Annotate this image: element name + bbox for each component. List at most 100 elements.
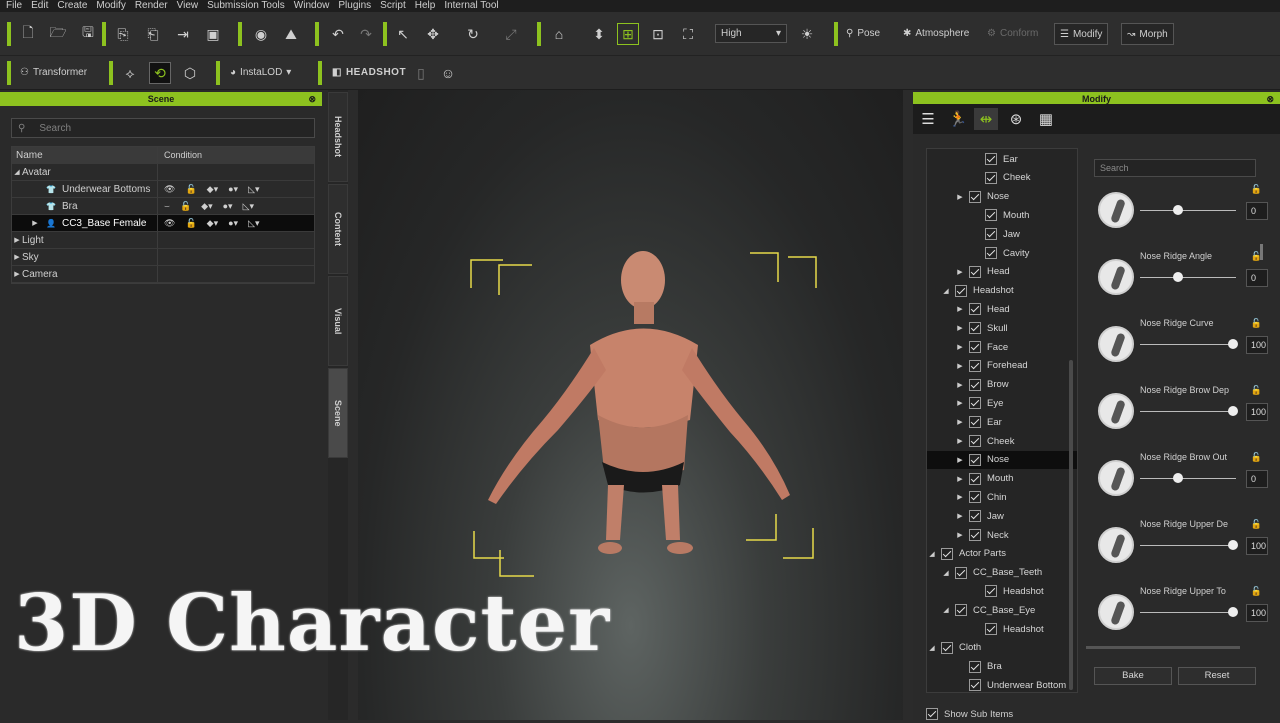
expand-arrow-icon[interactable]: ▶ xyxy=(12,253,22,261)
table-row[interactable]: ▶ 👤 CC3_Base Female 👁 🔓 ◆▾ ●▾ ◺▾ xyxy=(12,215,314,232)
tree-item-checkbox[interactable] xyxy=(969,529,981,541)
tree-item[interactable]: Underwear Bottom xyxy=(927,676,1077,692)
tab-headshot[interactable]: Headshot xyxy=(328,92,348,182)
collapse-arrow-icon[interactable]: ◢ xyxy=(941,606,951,614)
morph-edit-icon[interactable]: ⟲ xyxy=(149,62,171,84)
open-folder-icon[interactable]: 🗁 xyxy=(47,23,69,45)
lock-icon[interactable]: 🔓 xyxy=(180,201,191,212)
tree-item[interactable]: Mouth xyxy=(927,206,1077,224)
tree-item[interactable]: ▶ Jaw xyxy=(927,507,1077,525)
slider-track[interactable] xyxy=(1140,411,1236,412)
table-row[interactable]: ▶ Light xyxy=(12,232,314,249)
slider-track[interactable] xyxy=(1140,277,1236,278)
menu-script[interactable]: Script xyxy=(380,0,406,12)
lock-icon[interactable]: 🔓 xyxy=(1251,184,1262,195)
column-name[interactable]: Name xyxy=(12,147,158,163)
expand-arrow-icon[interactable]: ▶ xyxy=(955,456,965,464)
tree-item-checkbox[interactable] xyxy=(969,679,981,692)
slider-value-input[interactable]: 100 xyxy=(1246,336,1268,354)
light-icon[interactable]: ☀ xyxy=(796,23,818,45)
tree-item[interactable]: ◢ Actor Parts xyxy=(927,545,1077,563)
cube-icon[interactable]: ◆▾ xyxy=(207,218,218,229)
expand-arrow-icon[interactable]: ▶ xyxy=(955,531,965,539)
collapse-arrow-icon[interactable]: ◢ xyxy=(927,644,937,652)
expand-arrow-icon[interactable]: ▶ xyxy=(955,268,965,276)
expand-arrow-icon[interactable]: ▶ xyxy=(955,324,965,332)
show-sub-items-checkbox[interactable]: Show Sub Items xyxy=(926,708,1013,720)
expand-arrow-icon[interactable]: ▶ xyxy=(955,475,965,483)
slider-thumb[interactable] xyxy=(1228,540,1238,550)
tree-item-checkbox[interactable] xyxy=(969,435,981,447)
expand-arrow-icon[interactable]: ▶ xyxy=(955,493,965,501)
tree-item[interactable]: Cheek xyxy=(927,169,1077,187)
sculpt-icon[interactable]: ⛰ xyxy=(280,23,302,45)
checker-texture-icon[interactable]: ▦ xyxy=(1034,108,1058,130)
lock-icon[interactable]: 🔓 xyxy=(1251,452,1262,463)
tree-item[interactable]: ▶ Cheek xyxy=(927,432,1077,450)
bone-edit-icon[interactable]: ⟡ xyxy=(119,62,141,84)
tree-item-checkbox[interactable] xyxy=(969,660,981,673)
shadow-icon[interactable]: ●▾ xyxy=(228,218,238,229)
menu-plugins[interactable]: Plugins xyxy=(338,0,371,12)
slider-value-input[interactable]: 0 xyxy=(1246,470,1268,488)
slider-scrollbar[interactable] xyxy=(1260,244,1263,260)
atmosphere-button[interactable]: ✱ Atmosphere xyxy=(903,28,969,39)
camera-view-icon[interactable]: ⊡ xyxy=(647,23,669,45)
tree-item[interactable]: ▶ Mouth xyxy=(927,470,1077,488)
expand-arrow-icon[interactable]: ▶ xyxy=(955,343,965,351)
expand-arrow-icon[interactable]: ▶ xyxy=(955,193,965,201)
conform-button[interactable]: ⚙ Conform xyxy=(987,28,1038,39)
tree-item-checkbox[interactable] xyxy=(969,453,981,466)
tab-scene[interactable]: Scene xyxy=(328,368,348,458)
lock-icon[interactable]: 🔓 xyxy=(1251,385,1262,396)
tree-item[interactable]: ▶ Nose xyxy=(927,450,1077,469)
tree-item-checkbox[interactable] xyxy=(985,153,997,165)
tree-item[interactable]: ◢ CC_Base_Eye xyxy=(927,601,1077,619)
table-row[interactable]: ▶ Sky xyxy=(12,249,314,266)
slider-thumb[interactable] xyxy=(1228,607,1238,617)
material-icon[interactable]: ◉ xyxy=(250,23,272,45)
tree-item-checkbox[interactable] xyxy=(985,623,997,635)
tree-item[interactable]: ▶ Head xyxy=(927,263,1077,281)
expand-arrow-icon[interactable]: ▶ xyxy=(12,270,22,278)
tree-item[interactable]: Headshot xyxy=(927,582,1077,600)
shape-icon[interactable]: ◺▾ xyxy=(248,218,259,229)
expand-arrow-icon[interactable]: ▶ xyxy=(955,305,965,313)
scene-search-input[interactable]: ⚲ Search xyxy=(11,118,315,138)
visible-eye-icon[interactable]: 👁 xyxy=(164,184,175,195)
tree-item[interactable]: ◢ CC_Base_Teeth xyxy=(927,564,1077,582)
slider-search-input[interactable]: Search xyxy=(1094,159,1256,177)
tree-item[interactable]: Ear xyxy=(927,150,1077,168)
tab-content[interactable]: Content xyxy=(328,184,348,274)
tree-item[interactable]: ▶ Face xyxy=(927,338,1077,356)
tree-item-checkbox[interactable] xyxy=(969,491,981,504)
expand-arrow-icon[interactable]: ▶ xyxy=(955,418,965,426)
collapse-arrow-icon[interactable]: ◢ xyxy=(12,168,22,176)
collapse-arrow-icon[interactable]: ◢ xyxy=(941,287,951,295)
tree-item-checkbox[interactable] xyxy=(969,303,981,316)
tree-item-checkbox[interactable] xyxy=(969,359,981,372)
tree-item[interactable]: ▶ Eye xyxy=(927,394,1077,412)
slider-track[interactable] xyxy=(1140,210,1236,211)
tree-item-checkbox[interactable] xyxy=(941,641,953,654)
tree-item-checkbox[interactable] xyxy=(941,547,953,560)
sliders-icon[interactable]: ☰ xyxy=(916,108,940,130)
tree-item-checkbox[interactable] xyxy=(955,566,967,579)
shadow-icon[interactable]: ●▾ xyxy=(223,201,233,212)
tree-item-checkbox[interactable] xyxy=(985,247,997,259)
import-icon[interactable]: ⎘ xyxy=(112,23,134,45)
expand-arrow-icon[interactable]: ▶ xyxy=(955,437,965,445)
expand-arrow-icon[interactable]: ▶ xyxy=(12,236,22,244)
menu-help[interactable]: Help xyxy=(415,0,436,12)
tree-item[interactable]: ◢ Headshot xyxy=(927,282,1077,300)
tree-item-checkbox[interactable] xyxy=(969,397,981,410)
tree-item-checkbox[interactable] xyxy=(985,585,997,598)
morph-sliders-icon[interactable]: ⇹ xyxy=(974,108,998,130)
physics-icon[interactable]: ⊛ xyxy=(1004,108,1028,130)
3d-viewport[interactable] xyxy=(358,90,903,720)
collapse-arrow-icon[interactable]: ◢ xyxy=(927,550,937,558)
lock-icon[interactable]: 🔓 xyxy=(185,184,196,195)
lock-icon[interactable]: 🔓 xyxy=(185,218,196,229)
tree-item-checkbox[interactable] xyxy=(985,171,997,184)
tree-item[interactable]: ▶ Ear xyxy=(927,413,1077,431)
